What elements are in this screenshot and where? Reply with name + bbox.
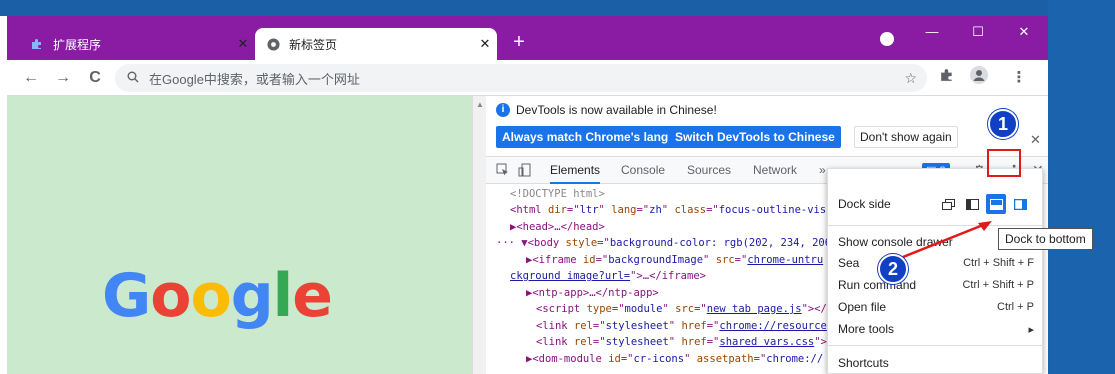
code-line[interactable]: <html dir="ltr" lang="zh" class="focus-o…: [510, 202, 826, 219]
menu-item-shortcut: Ctrl + Shift + P: [962, 279, 1034, 291]
menu-item-label: Open file: [838, 300, 887, 314]
tab-sources[interactable]: Sources: [687, 157, 731, 184]
logo-letter: g: [230, 261, 274, 331]
google-logo: Google: [102, 261, 333, 331]
back-button[interactable]: ←: [19, 66, 43, 90]
logo-letter: o: [190, 261, 231, 331]
tab-strip: 扩展程序 ✕ 新标签页 ✕ + — ☐ ✕: [7, 16, 1048, 60]
new-tab-button[interactable]: +: [507, 30, 531, 54]
extensions-icon[interactable]: [935, 66, 959, 90]
dock-bottom-icon[interactable]: [986, 194, 1006, 214]
code-line[interactable]: ckground image?url=">…</iframe>: [510, 268, 706, 285]
tab-network[interactable]: Network: [753, 157, 797, 184]
menu-item-label: Shortcuts: [838, 356, 889, 370]
annotation-marker-1: 1: [988, 109, 1018, 139]
close-window-button[interactable]: ✕: [1001, 16, 1047, 48]
tab-title: 扩展程序: [53, 37, 102, 52]
menu-item-open-file[interactable]: Open file Ctrl + P: [828, 296, 1044, 318]
chrome-menu-icon[interactable]: ⋮: [1007, 66, 1031, 90]
close-icon[interactable]: ✕: [473, 36, 497, 52]
minimize-button[interactable]: —: [909, 16, 955, 48]
logo-letter: o: [150, 261, 191, 331]
menu-item-label: Sea: [838, 256, 860, 270]
code-line[interactable]: ▶<ntp-app>…</ntp-app>: [526, 285, 659, 302]
desktop-background-right: [1048, 0, 1115, 374]
menu-separator: [828, 345, 1044, 346]
omnibox-placeholder: 在Google中搜索，或者输入一个网址: [149, 71, 360, 87]
code-line[interactable]: ▶<dom-module id="cr-icons" assetpath="ch…: [526, 351, 823, 368]
dock-to-bottom-tooltip: Dock to bottom: [998, 228, 1093, 250]
code-line[interactable]: ··· ▼<body style="background-color: rgb(…: [496, 235, 831, 252]
devtools-info-bar: i DevTools is now available in Chinese! …: [486, 96, 1048, 156]
menu-item-more-tools[interactable]: More tools ▸: [828, 318, 1044, 340]
info-text: DevTools is now available in Chinese!: [516, 103, 717, 117]
dock-side-label: Dock side: [838, 197, 891, 211]
code-line[interactable]: ▶<iframe id="backgroundImage" src="chrom…: [526, 252, 823, 269]
new-tab-page: [7, 96, 472, 374]
chrome-icon: [265, 36, 281, 52]
menu-item-shortcut: Ctrl + P: [997, 301, 1034, 313]
info-icon: i: [496, 103, 510, 117]
reload-button[interactable]: C: [83, 66, 107, 90]
maximize-button[interactable]: ☐: [955, 16, 1001, 48]
inspect-element-icon[interactable]: [496, 157, 510, 184]
dock-right-icon[interactable]: [1010, 194, 1030, 214]
highlight-box: [987, 149, 1021, 177]
device-toolbar-icon[interactable]: [518, 157, 532, 184]
tab-extensions[interactable]: 扩展程序 ✕: [19, 28, 255, 60]
desktop-background: [0, 0, 1115, 16]
browser-toolbar: ← → C 在Google中搜索，或者输入一个网址 ☆ ⋮: [7, 60, 1048, 96]
switch-to-chinese-button[interactable]: Switch DevTools to Chinese: [669, 126, 841, 148]
dock-side-row: Dock side: [828, 193, 1044, 215]
code-line[interactable]: <link rel="stylesheet" href="shared vars…: [536, 334, 827, 351]
code-line[interactable]: ▶<head>…</head>: [510, 219, 605, 236]
undock-icon[interactable]: [938, 194, 958, 214]
omnibox[interactable]: 在Google中搜索，或者输入一个网址 ☆: [115, 64, 927, 92]
more-tabs-button[interactable]: »: [819, 157, 826, 184]
close-icon[interactable]: ✕: [231, 36, 255, 52]
menu-item-label: Run command: [838, 278, 917, 292]
code-line[interactable]: <link rel="stylesheet" href="chrome://re…: [536, 318, 827, 335]
dock-left-icon[interactable]: [962, 194, 982, 214]
logo-letter: G: [102, 261, 151, 331]
tab-title: 新标签页: [289, 37, 338, 52]
logo-letter: l: [272, 261, 294, 331]
menu-item-shortcuts[interactable]: Shortcuts: [828, 352, 1044, 374]
profile-avatar-icon[interactable]: [967, 66, 991, 90]
tab-console[interactable]: Console: [621, 157, 665, 184]
forward-button[interactable]: →: [51, 66, 75, 90]
menu-item-label: More tools: [838, 322, 895, 336]
page-scrollbar[interactable]: ▲: [472, 96, 486, 374]
code-line[interactable]: <script type="module" src="new tab page.…: [536, 301, 827, 318]
star-icon[interactable]: ☆: [904, 70, 917, 87]
logo-letter: e: [292, 261, 333, 331]
code-line[interactable]: <!DOCTYPE html>: [510, 186, 605, 203]
puzzle-icon: [29, 36, 45, 52]
annotation-marker-2: 2: [878, 254, 908, 284]
close-icon[interactable]: ✕: [1030, 132, 1041, 148]
menu-item-run-command[interactable]: Run command Ctrl + Shift + P: [828, 274, 1044, 296]
tab-new-tab[interactable]: 新标签页 ✕: [255, 28, 497, 60]
search-icon: [127, 71, 141, 86]
profile-indicator-icon[interactable]: [880, 32, 894, 46]
tab-elements[interactable]: Elements: [550, 157, 601, 184]
submenu-arrow-icon: ▸: [1028, 323, 1034, 336]
dont-show-again-button[interactable]: Don't show again: [854, 126, 958, 148]
